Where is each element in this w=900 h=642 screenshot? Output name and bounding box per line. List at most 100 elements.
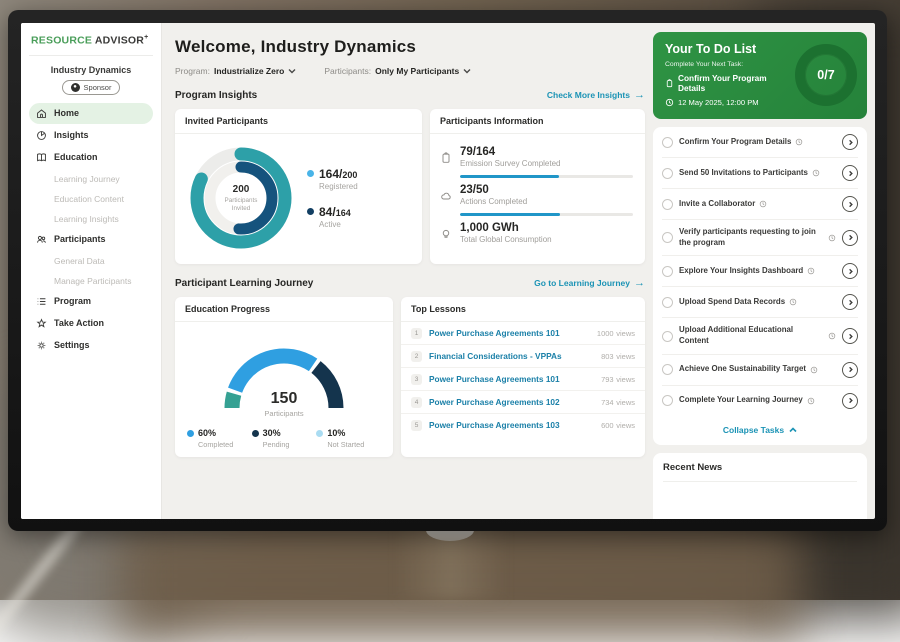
lesson-link[interactable]: Power Purchase Agreements 102 <box>429 397 594 407</box>
recent-news-title: Recent News <box>663 462 857 482</box>
chevron-down-icon <box>288 67 296 75</box>
program-filter-label: Program: <box>175 66 210 76</box>
sidebar-item-learning-insights[interactable]: Learning Insights <box>29 209 153 229</box>
lesson-link[interactable]: Power Purchase Agreements 103 <box>429 420 594 430</box>
list-icon <box>36 296 47 307</box>
task-checkbox[interactable] <box>662 395 673 406</box>
sidebar-item-education-content[interactable]: Education Content <box>29 189 153 209</box>
participants-information-body: 79/164 Emission Survey Completed 23/50 A… <box>430 134 645 252</box>
program-insights-title: Program Insights <box>175 90 257 101</box>
donut-center-caption: Participants Invited <box>215 197 267 213</box>
lesson-link[interactable]: Power Purchase Agreements 101 <box>429 374 594 384</box>
task-open-button[interactable] <box>842 230 858 246</box>
task-checkbox[interactable] <box>662 232 673 243</box>
sponsor-badge[interactable]: ● Sponsor <box>62 80 120 95</box>
program-insights-header: Program Insights Check More Insights → <box>175 89 645 101</box>
sidebar-item-label: Program <box>54 296 91 306</box>
sidebar-item-manage-participants[interactable]: Manage Participants <box>29 271 153 291</box>
home-icon <box>36 108 47 119</box>
participants-filter-value: Only My Participants <box>375 66 459 76</box>
sidebar-item-label: Take Action <box>54 318 104 328</box>
monitor-bezel: RESOURCE ADVISOR+ Industry Dynamics ● Sp… <box>8 10 887 531</box>
task-checkbox[interactable] <box>662 199 673 210</box>
task-row: Complete Your Learning Journey <box>662 386 858 416</box>
lesson-link[interactable]: Financial Considerations - VPPAs <box>429 351 594 361</box>
todo-progress-value: 0/7 <box>817 68 834 82</box>
arrow-right-icon: → <box>634 277 645 289</box>
task-open-button[interactable] <box>842 196 858 212</box>
donut-center-label: 200 Participants Invited <box>185 142 297 254</box>
progress-fill <box>460 175 559 178</box>
chevron-up-icon <box>789 426 797 434</box>
invited-participants-card: Invited Participants 200 Participants In… <box>175 109 422 264</box>
go-to-learning-journey-label: Go to Learning Journey <box>534 278 630 288</box>
sidebar-item-label: Insights <box>54 130 89 140</box>
participants-information-card: Participants Information 79/164 Emission… <box>430 109 645 264</box>
task-checkbox[interactable] <box>662 331 673 342</box>
legend-label: Registered <box>319 182 358 191</box>
cloud-icon <box>440 190 452 202</box>
top-lessons-card: Top Lessons 1 Power Purchase Agreements … <box>401 297 645 457</box>
sidebar-item-participants[interactable]: Participants <box>29 229 153 250</box>
gauge-legend: 60% Completed 30% Pending 10% Not Starte… <box>185 428 383 449</box>
lesson-link[interactable]: Power Purchase Agreements 101 <box>429 328 590 338</box>
sidebar-item-education[interactable]: Education <box>29 147 153 168</box>
program-filter-value: Industrialize Zero <box>214 66 284 76</box>
sidebar-item-label: Education <box>54 152 98 162</box>
sidebar-item-label: Settings <box>54 340 90 350</box>
lesson-row: 4 Power Purchase Agreements 102 734 view… <box>401 391 645 414</box>
sponsor-icon: ● <box>71 83 80 92</box>
task-open-button[interactable] <box>842 362 858 378</box>
todo-title: Your To Do List <box>665 42 789 56</box>
sidebar-item-learning-journey[interactable]: Learning Journey <box>29 169 153 189</box>
sidebar-item-insights[interactable]: Insights <box>29 125 153 146</box>
clock-icon <box>665 98 674 107</box>
lesson-rank: 1 <box>411 328 422 339</box>
chevron-down-icon <box>463 67 471 75</box>
sponsor-label: Sponsor <box>84 83 112 92</box>
task-checkbox[interactable] <box>662 266 673 277</box>
logo-resource: RESOURCE <box>31 35 92 47</box>
main-content: Welcome, Industry Dynamics Program: Indu… <box>162 23 653 519</box>
lesson-row: 5 Power Purchase Agreements 103 600 view… <box>401 414 645 436</box>
education-progress-card: Education Progress 150 Participants <box>175 297 393 457</box>
actions-completed-progress <box>460 213 633 216</box>
task-checkbox[interactable] <box>662 168 673 179</box>
task-open-button[interactable] <box>842 294 858 310</box>
check-more-insights-link[interactable]: Check More Insights → <box>547 89 645 101</box>
task-open-button[interactable] <box>842 393 858 409</box>
sidebar-item-program[interactable]: Program <box>29 291 153 312</box>
sidebar-item-label: Participants <box>54 234 106 244</box>
go-to-learning-journey-link[interactable]: Go to Learning Journey → <box>534 277 645 289</box>
task-open-button[interactable] <box>842 263 858 279</box>
sidebar-item-home[interactable]: Home <box>29 103 153 124</box>
insights-cards-row: Invited Participants 200 Participants In… <box>175 109 645 264</box>
task-open-button[interactable] <box>842 134 858 150</box>
sidebar-item-take-action[interactable]: Take Action <box>29 313 153 334</box>
program-filter[interactable]: Program: Industrialize Zero <box>175 66 296 76</box>
donut-legend: 164/200 Registered 84/164 Active <box>307 167 358 229</box>
task-checkbox[interactable] <box>662 137 673 148</box>
todo-subtitle: Complete Your Next Task: <box>665 61 789 68</box>
task-checkbox[interactable] <box>662 297 673 308</box>
stat-emission-survey: 79/164 Emission Survey Completed <box>440 146 633 168</box>
sidebar-item-general-data[interactable]: General Data <box>29 251 153 271</box>
participants-filter[interactable]: Participants: Only My Participants <box>324 66 471 76</box>
lesson-row: 2 Financial Considerations - VPPAs 803 v… <box>401 345 645 368</box>
insights-icon <box>36 130 47 141</box>
logo-plus: + <box>144 34 148 41</box>
invited-participants-title: Invited Participants <box>175 109 422 134</box>
sidebar-nav: Home Insights Education Learning Journey… <box>29 103 153 356</box>
clock-icon <box>807 267 815 275</box>
lesson-rank: 2 <box>411 351 422 362</box>
task-open-button[interactable] <box>842 165 858 181</box>
task-row: Confirm Your Program Details <box>662 127 858 158</box>
recent-news-card: Recent News <box>653 453 867 519</box>
task-open-button[interactable] <box>842 328 858 344</box>
task-row: Achieve One Sustainability Target <box>662 355 858 386</box>
todo-summary-card: Your To Do List Complete Your Next Task:… <box>653 32 867 119</box>
clock-icon <box>810 366 818 374</box>
sidebar-item-settings[interactable]: Settings <box>29 335 153 356</box>
task-checkbox[interactable] <box>662 364 673 375</box>
collapse-tasks-link[interactable]: Collapse Tasks <box>662 416 858 445</box>
